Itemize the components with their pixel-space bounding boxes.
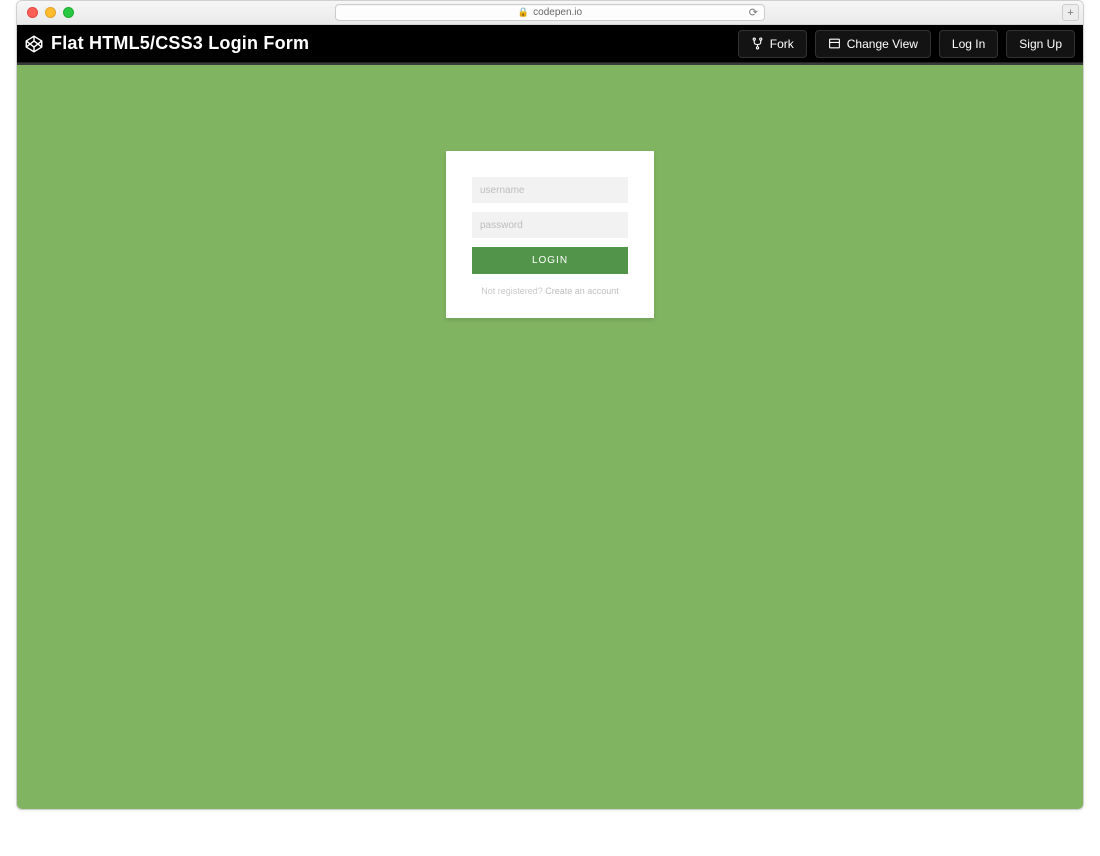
- fork-label: Fork: [770, 37, 794, 51]
- sign-up-label: Sign Up: [1019, 37, 1062, 51]
- change-view-label: Change View: [847, 37, 918, 51]
- log-in-button[interactable]: Log In: [939, 30, 998, 58]
- url-host: codepen.io: [533, 7, 582, 18]
- login-submit-button[interactable]: LOGIN: [472, 247, 628, 274]
- fork-button[interactable]: Fork: [738, 30, 807, 58]
- sign-up-button[interactable]: Sign Up: [1006, 30, 1075, 58]
- reload-icon[interactable]: ⟳: [749, 6, 758, 19]
- pen-title: Flat HTML5/CSS3 Login Form: [51, 33, 730, 54]
- browser-window: 🔒 codepen.io ⟳ + Flat HTML5/CSS3 Login F…: [16, 0, 1084, 810]
- layout-icon: [828, 37, 841, 50]
- codepen-header: Flat HTML5/CSS3 Login Form Fork Change V…: [17, 25, 1083, 63]
- window-controls: [27, 7, 74, 18]
- change-view-button[interactable]: Change View: [815, 30, 931, 58]
- login-form: LOGIN Not registered? Create an account: [446, 151, 654, 318]
- close-window-button[interactable]: [27, 7, 38, 18]
- password-input[interactable]: [472, 212, 628, 238]
- login-footer-text: Not registered?: [481, 286, 545, 296]
- preview-pane: LOGIN Not registered? Create an account: [17, 65, 1083, 809]
- browser-titlebar: 🔒 codepen.io ⟳ +: [17, 1, 1083, 25]
- create-account-link[interactable]: Create an account: [545, 286, 619, 296]
- address-bar[interactable]: 🔒 codepen.io ⟳: [335, 4, 765, 21]
- zoom-window-button[interactable]: [63, 7, 74, 18]
- login-footer: Not registered? Create an account: [472, 286, 628, 296]
- log-in-label: Log In: [952, 37, 985, 51]
- new-tab-button[interactable]: +: [1062, 4, 1079, 21]
- minimize-window-button[interactable]: [45, 7, 56, 18]
- fork-icon: [751, 37, 764, 50]
- lock-icon: 🔒: [518, 7, 529, 18]
- username-input[interactable]: [472, 177, 628, 203]
- codepen-logo-icon: [25, 35, 43, 53]
